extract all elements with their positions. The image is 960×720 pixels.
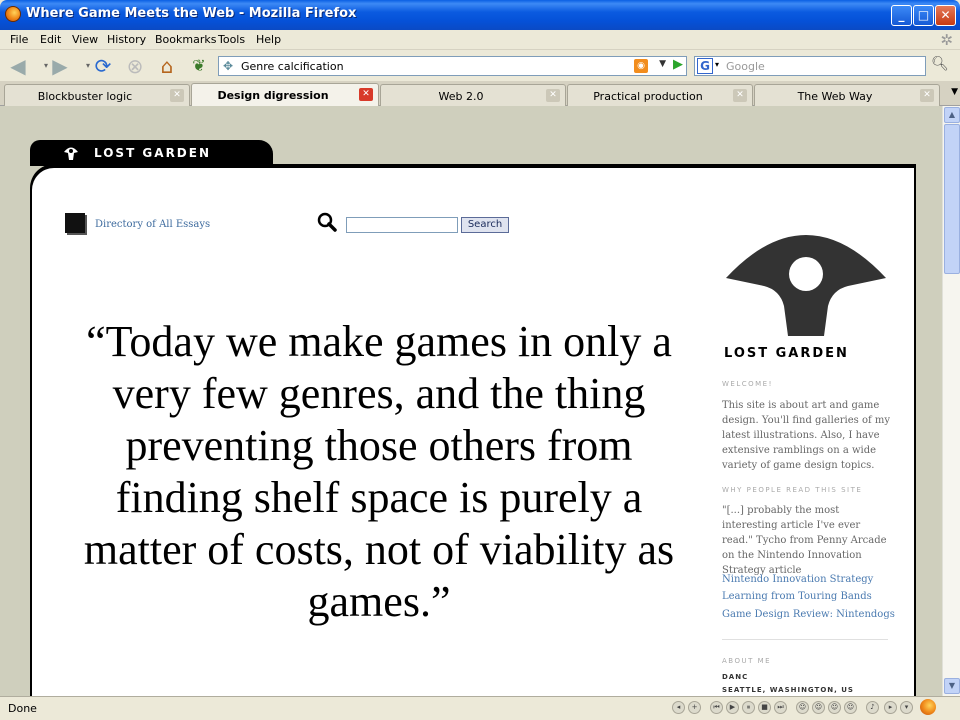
status-add-icon[interactable]: + bbox=[688, 701, 701, 714]
tab-close-icon[interactable]: ✕ bbox=[359, 88, 373, 101]
about-location: SEATTLE, WASHINGTON, US bbox=[722, 686, 854, 694]
tab-design-digression[interactable]: Design digression ✕ bbox=[191, 83, 379, 107]
site-favicon-icon: ✥ bbox=[223, 59, 234, 73]
rating-icon-4[interactable]: ☺ bbox=[844, 701, 857, 714]
about-heading: ABOUT ME bbox=[722, 657, 772, 665]
go-arrow-icon[interactable]: ▶ bbox=[673, 57, 683, 72]
engine-dropdown-icon[interactable]: ▾ bbox=[715, 60, 719, 69]
directory-link[interactable]: Directory of All Essays bbox=[95, 219, 210, 230]
url-dropdown-icon[interactable]: ▼ bbox=[659, 59, 666, 69]
rating-icon-2[interactable]: ☺ bbox=[812, 701, 825, 714]
rating-icon-1[interactable]: ☺ bbox=[796, 701, 809, 714]
menu-help[interactable]: Help bbox=[256, 33, 281, 46]
search-placeholder: Google bbox=[726, 60, 765, 73]
status-next-icon[interactable]: ▸ bbox=[884, 701, 897, 714]
status-text: Done bbox=[8, 702, 37, 715]
firefox-icon bbox=[5, 6, 21, 22]
tab-label: Design digression bbox=[217, 89, 329, 102]
menu-edit[interactable]: Edit bbox=[40, 33, 61, 46]
menu-history[interactable]: History bbox=[107, 33, 146, 46]
media-stop-icon[interactable]: ■ bbox=[758, 701, 771, 714]
url-text[interactable]: Genre calcification bbox=[241, 60, 344, 73]
link-touring-bands[interactable]: Learning from Touring Bands bbox=[722, 591, 872, 602]
why-text: "[...] probably the most interesting art… bbox=[722, 505, 887, 576]
site-search-button[interactable]: Search bbox=[461, 217, 509, 233]
rating-icon-3[interactable]: ☺ bbox=[828, 701, 841, 714]
sidebar-logo-name: LOST GARDEN bbox=[724, 346, 849, 361]
media-play-icon[interactable]: ▶ bbox=[726, 701, 739, 714]
stop-button[interactable]: ⊗ bbox=[123, 54, 147, 78]
reload-button[interactable]: ⟳ bbox=[91, 54, 115, 78]
vertical-scrollbar[interactable]: ▲ ▼ bbox=[942, 106, 960, 696]
leaf-extension-icon[interactable]: ❦ bbox=[187, 54, 211, 78]
tab-label: Web 2.0 bbox=[438, 90, 484, 103]
media-next-icon[interactable]: ⏭ bbox=[774, 701, 787, 714]
media-pause-icon[interactable]: ⏸ bbox=[742, 701, 755, 714]
window-titlebar[interactable]: Where Game Meets the Web - Mozilla Firef… bbox=[0, 0, 960, 30]
tab-bar: Blockbuster logic ✕ Design digression ✕ … bbox=[0, 82, 960, 107]
site-search-icon bbox=[317, 212, 337, 232]
keyhole-logo-icon bbox=[64, 147, 78, 160]
menu-tools[interactable]: Tools bbox=[218, 33, 245, 46]
throbber-icon: ✲ bbox=[940, 31, 953, 49]
tab-web-2-0[interactable]: Web 2.0 ✕ bbox=[380, 84, 566, 106]
search-magnifier-icon[interactable]: 🔍︎ bbox=[928, 56, 952, 76]
site-search-input[interactable] bbox=[346, 217, 458, 233]
back-button[interactable]: ◀ bbox=[6, 54, 30, 78]
lost-garden-logo-icon bbox=[726, 235, 886, 336]
firefox-status-icon bbox=[920, 699, 936, 715]
tab-practical-production[interactable]: Practical production ✕ bbox=[567, 84, 753, 106]
tab-label: Practical production bbox=[593, 90, 703, 103]
about-name[interactable]: DANC bbox=[722, 673, 748, 681]
scroll-thumb[interactable] bbox=[944, 124, 960, 274]
google-engine-icon[interactable]: G bbox=[697, 58, 713, 74]
status-prev-icon[interactable]: ◂ bbox=[672, 701, 685, 714]
tab-close-icon[interactable]: ✕ bbox=[170, 89, 184, 102]
menu-file[interactable]: File bbox=[10, 33, 28, 46]
minimize-button[interactable]: _ bbox=[891, 5, 912, 26]
status-menu-icon[interactable]: ▾ bbox=[900, 701, 913, 714]
sidebar-divider bbox=[722, 639, 888, 640]
volume-icon[interactable]: ♪ bbox=[866, 701, 879, 714]
scroll-down-arrow[interactable]: ▼ bbox=[944, 678, 960, 694]
tab-list-dropdown-icon[interactable]: ▼ bbox=[951, 87, 958, 97]
tab-close-icon[interactable]: ✕ bbox=[733, 89, 747, 102]
navigation-toolbar: ◀ ▾ ▶ ▾ ⟳ ⊗ ⌂ ❦ ✥ Genre calcification ◉ … bbox=[0, 50, 960, 82]
menu-bookmarks[interactable]: Bookmarks bbox=[155, 33, 216, 46]
menu-bar: File Edit View History Bookmarks Tools H… bbox=[0, 30, 960, 50]
search-bar[interactable]: G ▾ Google bbox=[694, 56, 926, 76]
page-viewport: LOST GARDEN Directory of All Essays Sear… bbox=[0, 106, 942, 696]
status-bar: Done ◂ + ⏮ ▶ ⏸ ■ ⏭ ☺ ☺ ☺ ☺ ♪ ▸ ▾ bbox=[0, 696, 960, 720]
forward-button[interactable]: ▶ bbox=[48, 54, 72, 78]
welcome-heading: WELCOME! bbox=[722, 380, 773, 388]
tab-blockbuster-logic[interactable]: Blockbuster logic ✕ bbox=[4, 84, 190, 106]
scroll-up-arrow[interactable]: ▲ bbox=[944, 107, 960, 123]
media-prev-icon[interactable]: ⏮ bbox=[710, 701, 723, 714]
tab-close-icon[interactable]: ✕ bbox=[920, 89, 934, 102]
site-header-tab: LOST GARDEN bbox=[30, 140, 273, 166]
pull-quote: “Today we make games in only a very few … bbox=[83, 317, 675, 626]
maximize-button[interactable]: □ bbox=[913, 5, 934, 26]
tab-close-icon[interactable]: ✕ bbox=[546, 89, 560, 102]
site-brand[interactable]: LOST GARDEN bbox=[94, 146, 211, 160]
url-bar[interactable]: ✥ Genre calcification ◉ ▼ ▶ bbox=[218, 56, 687, 76]
close-window-button[interactable]: ✕ bbox=[935, 5, 956, 26]
tab-label: The Web Way bbox=[797, 90, 873, 103]
link-nintendo-innovation[interactable]: Nintendo Innovation Strategy bbox=[722, 574, 873, 585]
home-button[interactable]: ⌂ bbox=[155, 54, 179, 78]
tab-label: Blockbuster logic bbox=[37, 90, 133, 103]
link-nintendogs-review[interactable]: Game Design Review: Nintendogs bbox=[722, 609, 895, 620]
window-title: Where Game Meets the Web - Mozilla Firef… bbox=[26, 6, 357, 21]
menu-view[interactable]: View bbox=[72, 33, 98, 46]
rss-feed-icon[interactable]: ◉ bbox=[634, 59, 648, 73]
welcome-text: This site is about art and game design. … bbox=[722, 400, 890, 471]
tab-the-web-way[interactable]: The Web Way ✕ bbox=[754, 84, 940, 106]
why-heading: WHY PEOPLE READ THIS SITE bbox=[722, 486, 863, 494]
directory-icon[interactable] bbox=[65, 213, 85, 233]
